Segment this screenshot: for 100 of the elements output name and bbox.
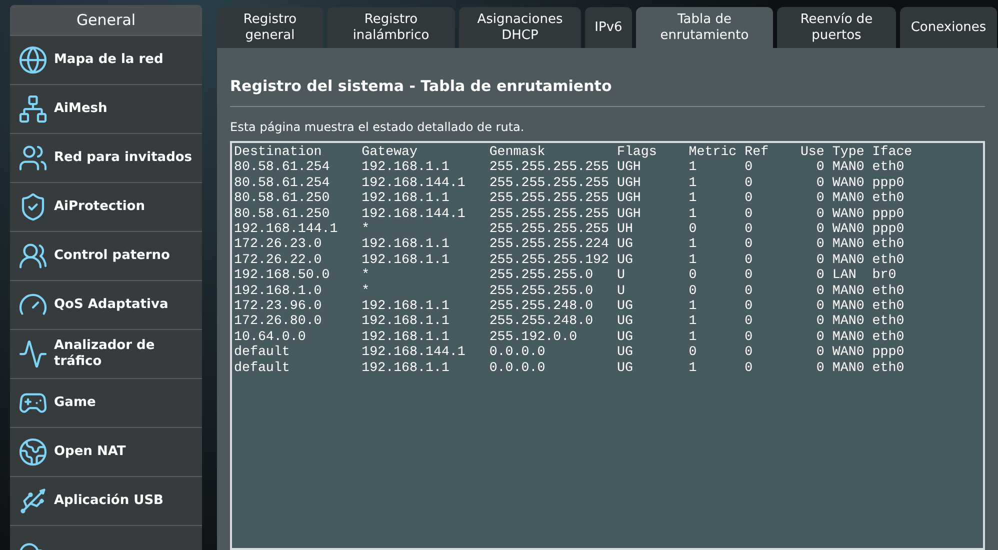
table-cell: 255.255.255.255 — [489, 221, 610, 236]
column-header: Gateway — [362, 144, 418, 160]
page-description: Esta página muestra el estado detallado de ruta. — [230, 119, 526, 135]
table-cell: 80.58.61.254 — [234, 159, 330, 175]
table-cell: 0 — [816, 174, 824, 190]
pulse-icon — [18, 339, 48, 369]
column-header: Use — [800, 144, 824, 160]
table-cell: 172.26.80.0 — [234, 313, 322, 329]
table-cell: ppp0 — [872, 174, 904, 190]
table-cell: * — [362, 221, 370, 236]
tab[interactable]: Tabla de enrutamiento — [636, 7, 773, 48]
table-cell: 0 — [688, 282, 697, 298]
table-cell: 255.255.255.255 — [489, 190, 610, 206]
sidebar-item[interactable]: AiProtection — [10, 183, 202, 232]
table-cell: eth0 — [872, 313, 904, 329]
table-cell: 255.255.255.192 — [489, 252, 610, 268]
table-cell: UG — [616, 344, 633, 360]
table-cell: UH — [616, 221, 633, 236]
table-cell: UG — [616, 328, 633, 344]
table-cell: 192.168.1.1 — [362, 328, 450, 344]
table-cell: ppp0 — [872, 221, 904, 236]
sidebar-item[interactable]: QoS Adaptativa — [10, 281, 202, 330]
table-cell: UG — [616, 236, 633, 252]
table-cell: 192.168.1.1 — [362, 159, 450, 175]
table-cell: UGH — [616, 159, 641, 175]
table-cell: 1 — [688, 236, 697, 252]
sidebar-item[interactable]: Control paterno — [10, 232, 202, 281]
table-cell: 255.255.248.0 — [489, 298, 594, 314]
sidebar-item[interactable]: Red para invitados — [10, 134, 202, 183]
table-cell: 80.58.61.254 — [234, 174, 330, 190]
table-cell: 0 — [744, 282, 753, 298]
table-cell: 0 — [744, 328, 753, 344]
table-cell: 0 — [816, 313, 824, 329]
sidebar-item[interactable]: Game — [10, 379, 202, 428]
table-cell: U — [616, 282, 625, 298]
table-cell: UGH — [616, 174, 641, 190]
table-cell: UG — [616, 313, 633, 329]
tab[interactable]: Reenvío de puertos — [777, 7, 896, 48]
table-cell: eth0 — [872, 328, 904, 344]
table-cell: 0 — [816, 206, 824, 222]
table-cell: MAN0 — [832, 159, 864, 175]
table-cell: br0 — [872, 267, 896, 283]
tab[interactable]: Asignaciones DHCP — [459, 7, 581, 48]
table-cell: MAN0 — [832, 360, 864, 376]
sidebar-item[interactable]: AiMesh — [10, 85, 202, 134]
table-cell: 192.168.50.0 — [234, 267, 330, 283]
sidebar-item[interactable]: Mapa de la red — [10, 36, 202, 85]
globe-icon — [18, 45, 48, 75]
table-cell: 192.168.1.1 — [362, 252, 450, 268]
table-cell: 255.255.255.255 — [489, 206, 610, 222]
table-cell: eth0 — [872, 190, 904, 206]
table-cell: 1 — [688, 298, 697, 314]
table-cell: 0 — [744, 267, 753, 283]
table-cell: 0 — [744, 298, 753, 314]
table-cell: default — [234, 360, 290, 376]
table-cell: MAN0 — [832, 328, 864, 344]
sidebar-header: General — [10, 5, 202, 36]
column-header: Genmask — [489, 144, 546, 160]
table-cell: 172.23.96.0 — [234, 298, 322, 314]
table-cell: 0 — [816, 344, 824, 360]
table-cell: MAN0 — [832, 298, 864, 314]
table-cell: 0.0.0.0 — [489, 344, 546, 360]
table-cell: 255.255.255.0 — [489, 267, 594, 283]
network-icon — [18, 94, 48, 124]
table-cell: 255.255.255.255 — [489, 159, 610, 175]
usb-icon — [18, 486, 48, 516]
globe-icon — [18, 437, 48, 467]
sidebar-item[interactable]: Open NAT — [10, 428, 202, 477]
table-cell: 192.168.1.1 — [362, 360, 450, 376]
table-cell: MAN0 — [832, 252, 864, 268]
table-cell: U — [616, 267, 625, 283]
table-cell: eth0 — [872, 252, 904, 268]
table-cell: MAN0 — [832, 236, 864, 252]
table-cell: MAN0 — [832, 282, 864, 298]
table-cell: 10.64.0.0 — [234, 328, 306, 344]
page-title: Registro del sistema - Tabla de enrutamiento — [230, 76, 613, 96]
table-cell: 192.168.1.1 — [362, 236, 450, 252]
tab[interactable]: Registro inalámbrico — [327, 7, 455, 48]
column-header: Ref — [744, 144, 769, 160]
sidebar-item[interactable]: Analizador de tráfico — [10, 330, 202, 379]
table-cell: 0 — [744, 360, 753, 376]
table-cell: UG — [616, 252, 633, 268]
tab[interactable]: Registro general — [217, 7, 323, 48]
table-cell: 0 — [744, 206, 753, 222]
table-cell: 0 — [816, 360, 824, 376]
table-cell: 1 — [688, 206, 697, 222]
table-cell: 0 — [816, 282, 824, 298]
tab[interactable]: Conexiones — [900, 7, 997, 48]
people-icon — [18, 241, 48, 271]
table-cell: eth0 — [872, 236, 904, 252]
table-cell: 0 — [744, 344, 753, 360]
table-cell: 0 — [816, 328, 824, 344]
table-cell: 0 — [744, 190, 753, 206]
table-cell: 80.58.61.250 — [234, 206, 330, 222]
table-cell: * — [362, 267, 370, 283]
column-header: Flags — [616, 144, 657, 160]
sidebar-item[interactable]: Aplicación USB — [10, 477, 202, 526]
table-cell: 0 — [744, 236, 753, 252]
table-cell: LAN — [832, 267, 856, 283]
tab[interactable]: IPv6 — [585, 7, 632, 48]
